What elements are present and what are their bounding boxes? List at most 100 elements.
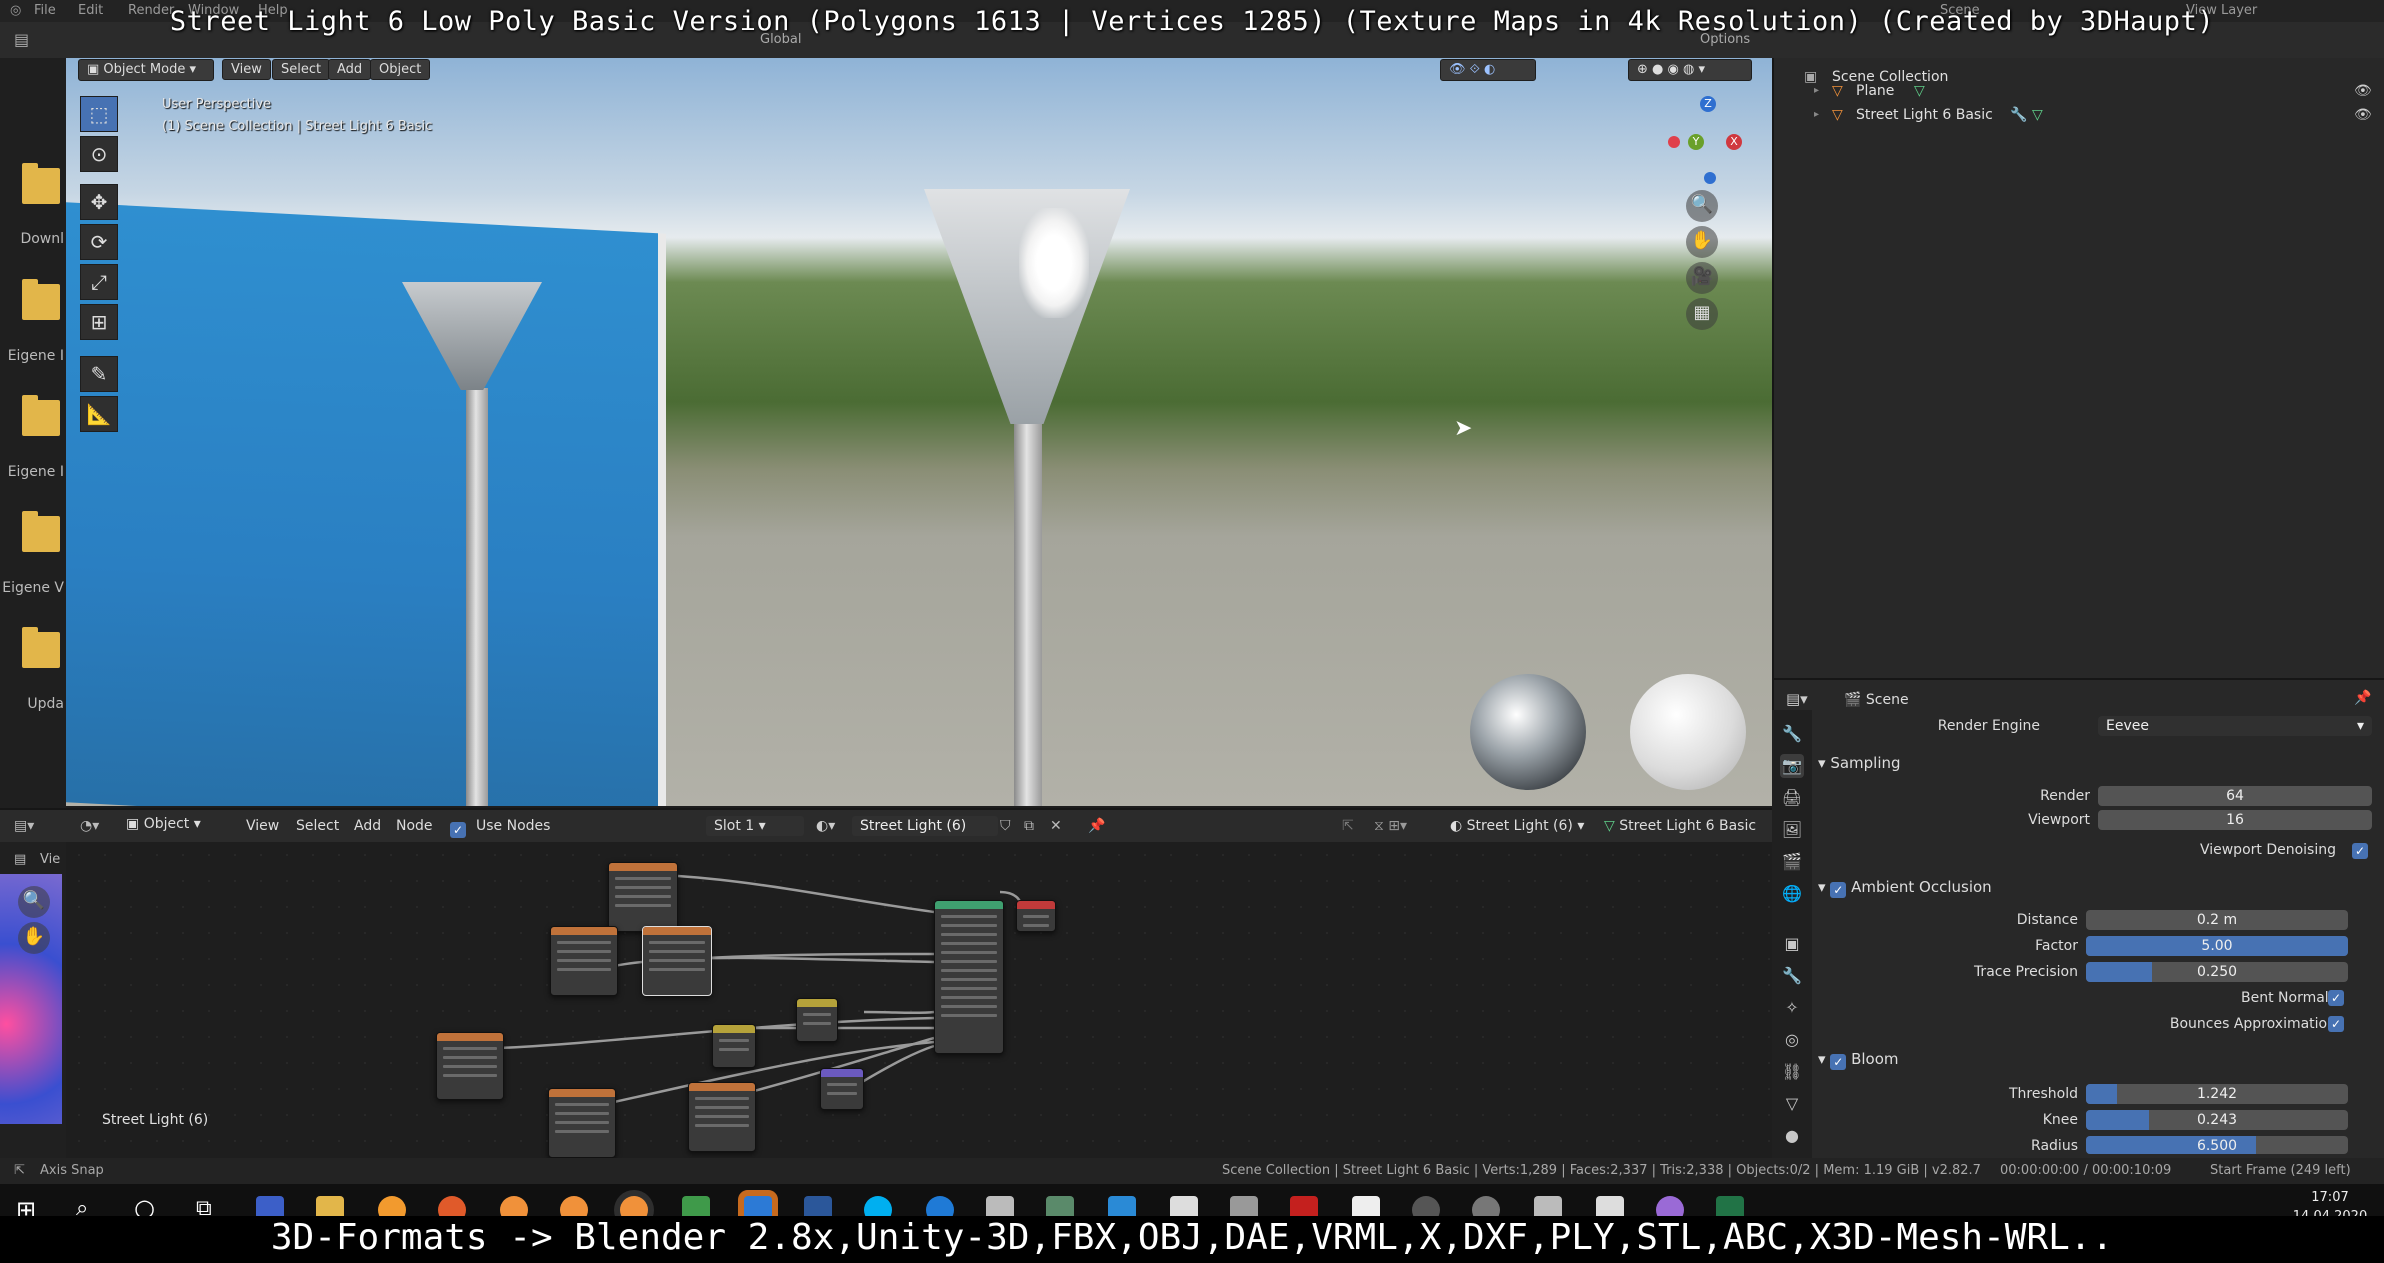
- 3d-viewport[interactable]: ➤: [66, 58, 1772, 806]
- zoom-icon[interactable]: 🔍: [1686, 190, 1718, 222]
- select-box-tool[interactable]: ⬚: [80, 96, 118, 132]
- use-nodes-checkbox[interactable]: ✓: [450, 817, 466, 838]
- view-layer-tab-icon[interactable]: 🖼: [1780, 818, 1804, 842]
- gizmo-neg-z[interactable]: [1704, 172, 1716, 184]
- image-texture-node[interactable]: [436, 1032, 504, 1100]
- bloom-threshold-slider[interactable]: 1.242: [2086, 1084, 2348, 1104]
- pan-hand-icon[interactable]: ✋: [18, 922, 50, 954]
- outliner-item-street-light[interactable]: ▸ ▽ Street Light 6 Basic 🔧 ▽ 👁: [1774, 104, 2384, 126]
- shader-type-icon[interactable]: ◔▾: [80, 818, 99, 834]
- bent-normals-checkbox[interactable]: ✓: [2328, 990, 2344, 1006]
- material-browse-icon[interactable]: ◐▾: [816, 818, 835, 834]
- ao-enable-checkbox[interactable]: ✓: [1830, 882, 1847, 898]
- material-output-node[interactable]: [1016, 900, 1056, 932]
- navigation-gizmo[interactable]: Z X Y: [1660, 96, 1760, 196]
- visibility-overlay-buttons[interactable]: 👁 ⟐ ◐: [1440, 59, 1536, 81]
- add-menu[interactable]: Add: [328, 59, 372, 80]
- folder-icon[interactable]: [22, 627, 60, 668]
- parent-node-icon[interactable]: ⇱: [1342, 818, 1354, 834]
- expand-arrow-icon[interactable]: ▸: [1814, 104, 1819, 126]
- render-samples-field[interactable]: 64: [2098, 786, 2372, 806]
- material-breadcrumb[interactable]: ◐ Street Light (6) ▾: [1450, 818, 1584, 834]
- eye-icon[interactable]: 👁: [2354, 80, 2372, 102]
- duplicate-material-icon[interactable]: ⧉: [1024, 818, 1034, 834]
- bloom-enable-checkbox[interactable]: ✓: [1830, 1054, 1847, 1070]
- slot-dropdown[interactable]: Slot 1 ▾: [706, 816, 804, 836]
- vector-node[interactable]: [820, 1068, 864, 1110]
- expand-arrow-icon[interactable]: ▸: [1814, 80, 1819, 102]
- node-view-menu[interactable]: View: [246, 818, 279, 834]
- physics-tab-icon[interactable]: ◎: [1780, 1028, 1804, 1052]
- folder-icon[interactable]: [22, 511, 60, 552]
- gizmo-neg-x[interactable]: [1668, 136, 1680, 148]
- shading-mode-buttons[interactable]: ⊕ ● ◉ ◍ ▾: [1628, 59, 1752, 81]
- principled-bsdf-node[interactable]: [934, 900, 1004, 1054]
- converter-node[interactable]: [712, 1024, 756, 1068]
- ao-factor-slider[interactable]: 5.00: [2086, 936, 2348, 956]
- output-tab-icon[interactable]: 🖨: [1780, 786, 1804, 810]
- constraints-tab-icon[interactable]: ⛓: [1780, 1060, 1804, 1084]
- measure-tool[interactable]: 📐: [80, 396, 118, 432]
- image-texture-node[interactable]: [548, 1088, 616, 1158]
- bloom-header[interactable]: ▾ ✓ Bloom: [1818, 1050, 1899, 1070]
- outliner-item-plane[interactable]: ▸ ▽ Plane ▽ 👁: [1774, 80, 2384, 102]
- transform-tool[interactable]: ⊞: [80, 304, 118, 340]
- fake-user-shield-icon[interactable]: ⛉: [1000, 818, 1011, 834]
- scene-tab-icon[interactable]: 🎬: [1780, 850, 1804, 874]
- object-breadcrumb[interactable]: ▽ Street Light 6 Basic: [1604, 818, 1756, 834]
- annotate-tool[interactable]: ✎: [80, 356, 118, 392]
- folder-icon[interactable]: [22, 279, 60, 320]
- viewport-denoising-checkbox[interactable]: ✓: [2352, 843, 2368, 859]
- image-texture-node[interactable]: [608, 862, 678, 932]
- scale-tool[interactable]: ⤢: [80, 264, 118, 300]
- gizmo-z[interactable]: Z: [1700, 96, 1716, 112]
- image-texture-node-selected[interactable]: [642, 926, 712, 996]
- node-menu[interactable]: Node: [396, 818, 433, 834]
- ao-distance-field[interactable]: 0.2 m: [2086, 910, 2348, 930]
- material-name-field[interactable]: Street Light (6): [852, 816, 998, 836]
- camera-icon[interactable]: 🎥: [1686, 262, 1718, 294]
- viewport-samples-field[interactable]: 16: [2098, 810, 2372, 830]
- editor-type-icon[interactable]: ▤▾: [14, 818, 34, 834]
- sampling-header[interactable]: ▾ Sampling: [1818, 754, 1901, 772]
- rotate-tool[interactable]: ⟳: [80, 224, 118, 260]
- zoom-icon[interactable]: 🔍: [18, 886, 50, 918]
- pin-icon[interactable]: 📌: [2354, 690, 2371, 706]
- converter-node[interactable]: [796, 998, 838, 1042]
- gizmo-x[interactable]: X: [1726, 134, 1742, 150]
- properties-editor-icon[interactable]: ▤▾: [1786, 690, 1808, 708]
- folder-icon[interactable]: [22, 163, 60, 204]
- node-add-menu[interactable]: Add: [354, 818, 381, 834]
- material-tab-icon[interactable]: ●: [1780, 1124, 1804, 1148]
- world-tab-icon[interactable]: 🌐: [1780, 882, 1804, 906]
- bloom-knee-slider[interactable]: 0.243: [2086, 1110, 2348, 1130]
- gizmo-y[interactable]: Y: [1688, 134, 1704, 150]
- modifier-tab-icon[interactable]: 🔧: [1780, 964, 1804, 988]
- folder-icon[interactable]: [22, 395, 60, 436]
- object-mode-dropdown[interactable]: ▣ Object Mode ▾: [78, 59, 214, 81]
- pan-hand-icon[interactable]: ✋: [1686, 226, 1718, 258]
- move-tool[interactable]: ✥: [80, 184, 118, 220]
- tool-tab-icon[interactable]: 🔧: [1780, 722, 1804, 746]
- snap-icon[interactable]: ⧖ ⊞▾: [1374, 818, 1407, 834]
- bloom-radius-slider[interactable]: 6.500: [2086, 1136, 2348, 1154]
- ambient-occlusion-header[interactable]: ▾ ✓ Ambient Occlusion: [1818, 878, 1992, 898]
- particles-tab-icon[interactable]: ✧: [1780, 996, 1804, 1020]
- unlink-material-icon[interactable]: ✕: [1050, 818, 1062, 834]
- object-dropdown[interactable]: ▣ Object ▾: [126, 816, 201, 832]
- object-tab-icon[interactable]: ▣: [1780, 932, 1804, 956]
- render-tab-icon[interactable]: 📷: [1780, 754, 1804, 778]
- grid-icon[interactable]: ▦: [1686, 298, 1718, 330]
- eye-icon[interactable]: 👁: [2354, 104, 2372, 126]
- render-engine-dropdown[interactable]: Eevee ▾: [2098, 716, 2372, 736]
- ao-trace-slider[interactable]: 0.250: [2086, 962, 2348, 982]
- bounces-approx-checkbox[interactable]: ✓: [2328, 1016, 2344, 1032]
- cursor-tool[interactable]: ⊙: [80, 136, 118, 172]
- object-menu[interactable]: Object: [370, 59, 431, 80]
- image-texture-node[interactable]: [688, 1082, 756, 1152]
- pin-icon[interactable]: 📌: [1088, 818, 1105, 834]
- image-texture-node[interactable]: [550, 926, 618, 996]
- side-panel-icon[interactable]: ▤: [14, 852, 26, 867]
- select-menu[interactable]: Select: [272, 59, 331, 80]
- node-editor-canvas[interactable]: Street Light (6): [66, 842, 1772, 1158]
